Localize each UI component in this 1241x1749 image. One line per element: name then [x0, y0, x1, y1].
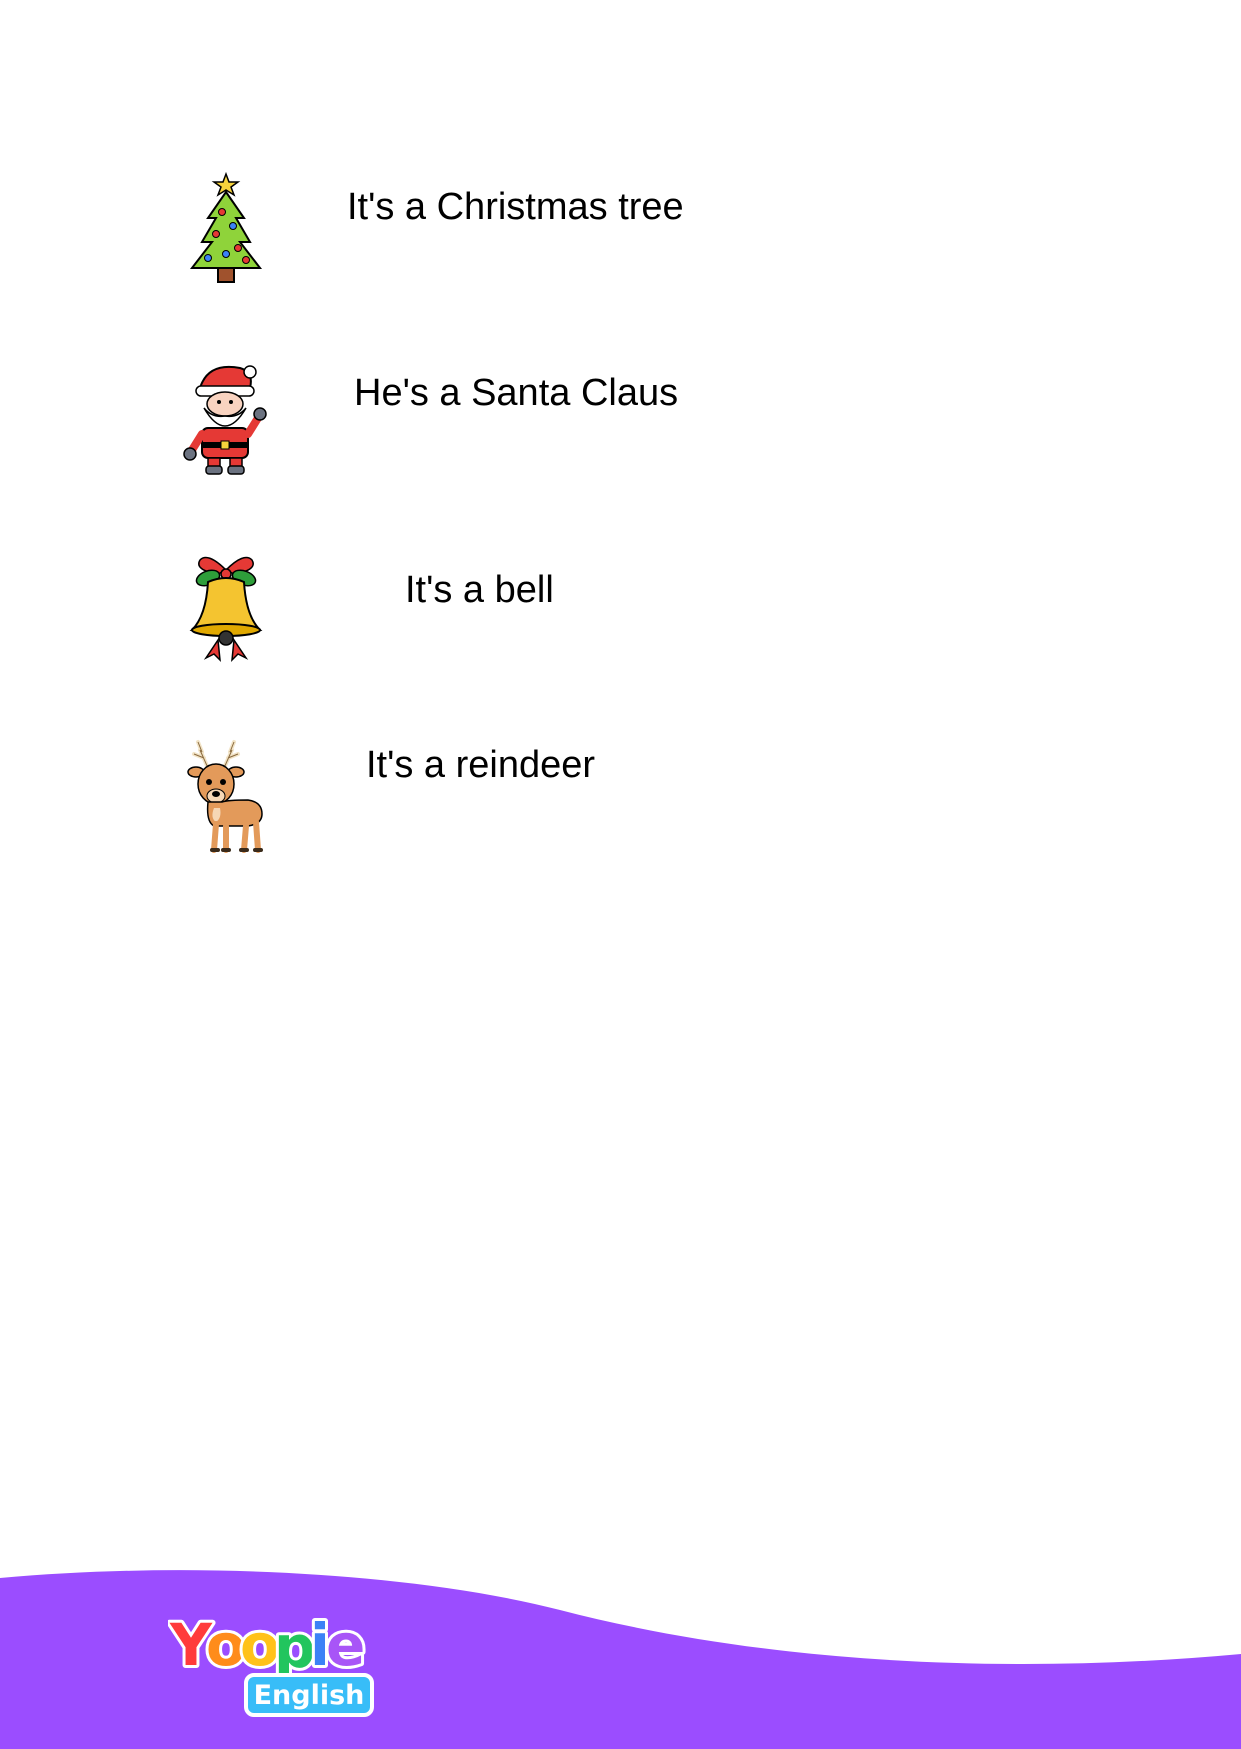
- sentence-bell: It's a bell: [405, 569, 554, 611]
- santa-claus-icon: [178, 358, 274, 478]
- sentence-reindeer: It's a reindeer: [366, 744, 596, 786]
- sentence-christmas-tree: It's a Christmas tree: [347, 186, 684, 228]
- bell-icon: [178, 546, 274, 666]
- christmas-tree-icon: [178, 170, 274, 290]
- reindeer-icon: [178, 738, 274, 858]
- svg-text:English: English: [254, 1680, 365, 1711]
- yoopie-english-logo: Y o o p i e English: [168, 1605, 378, 1720]
- svg-text:e: e: [326, 1611, 365, 1679]
- worksheet-page: It's a Christmas tree He's a Santa Claus: [0, 0, 1241, 1749]
- sentence-santa-claus: He's a Santa Claus: [354, 372, 679, 414]
